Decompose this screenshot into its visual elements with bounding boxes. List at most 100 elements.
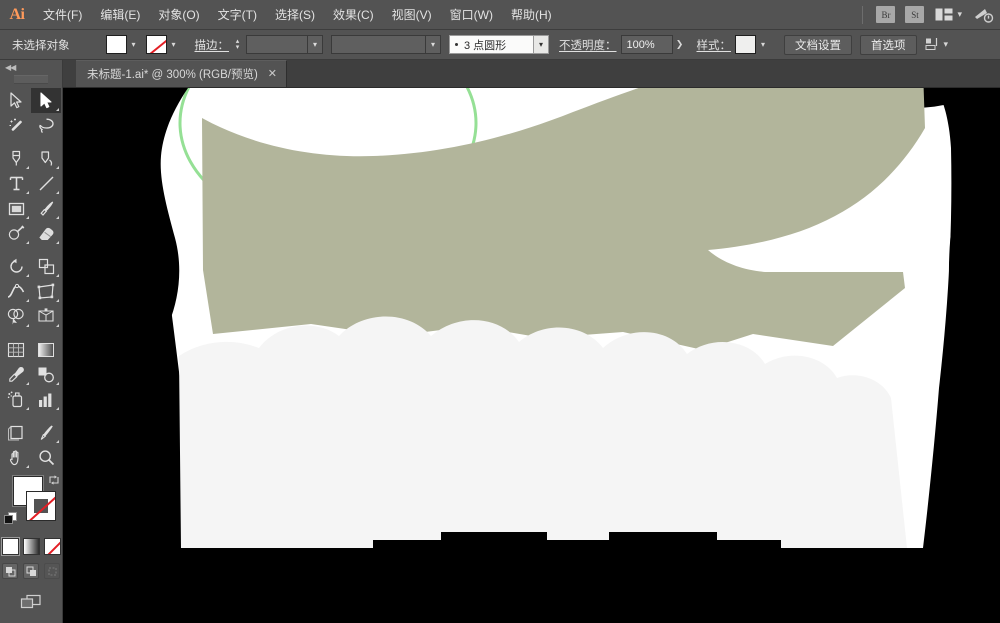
tools-panel-drag-handle[interactable] [14,75,48,84]
tools-divider [1,138,62,146]
align-chevron-down-icon[interactable]: ▾ [944,39,949,50]
stroke-weight-stepper[interactable]: ▴ ▾ [232,35,243,54]
symbol-sprayer-tool[interactable] [1,387,31,412]
scale-tool[interactable] [31,254,61,279]
stroke-swatch[interactable] [145,35,167,54]
menu-help[interactable]: 帮助(H) [502,0,561,30]
selection-tool[interactable] [1,88,31,113]
stroke-weight-chevron-icon[interactable]: ▾ [308,35,323,54]
paintbrush-tool[interactable] [31,196,61,221]
stroke-control[interactable]: ▾ [145,35,181,54]
tool-flyout-indicator [56,191,59,194]
opacity-label[interactable]: 不透明度： [559,37,617,53]
opacity-input[interactable]: 100% [620,35,673,54]
tool-flyout-indicator [56,299,59,302]
zoom-tool[interactable] [31,445,61,470]
style-label[interactable]: 样式： [697,37,732,53]
shape-builder-tool[interactable] [1,304,31,329]
search-adobe-stock-icon[interactable] [974,7,994,23]
stroke-profile-chevron-icon[interactable]: ▾ [426,35,441,54]
graphic-style-swatch[interactable] [735,35,756,54]
change-screen-mode-button[interactable] [18,593,44,611]
stroke-weight-label[interactable]: 描边： [195,37,230,53]
swap-fill-stroke-icon[interactable] [48,474,60,486]
none-mode-button[interactable] [43,538,61,555]
preferences-button[interactable]: 首选项 [860,34,917,55]
mesh-tool[interactable] [1,337,31,362]
shaper-tool[interactable] [1,221,31,246]
menu-window[interactable]: 窗口(W) [441,0,502,30]
rectangle-tool[interactable] [1,196,31,221]
eyedropper-tool[interactable] [1,362,31,387]
opacity-chevron-icon[interactable]: ❯ [673,35,687,54]
lasso-tool[interactable] [31,113,61,138]
artwork-bottom-cut-1 [63,556,1000,623]
close-icon[interactable]: ✕ [267,68,278,80]
tools-divider [1,246,62,254]
double-chevron-left-icon[interactable]: ◀◀ [0,60,62,75]
menu-select[interactable]: 选择(S) [266,0,324,30]
brush-definition-chevron-icon[interactable]: ▾ [534,35,549,54]
fill-control[interactable]: ▾ [105,35,141,54]
type-tool[interactable] [1,171,31,196]
free-transform-tool[interactable] [31,279,61,304]
document-canvas[interactable] [63,88,1000,623]
document-tab[interactable]: 未标题-1.ai* @ 300% (RGB/预览) ✕ [76,60,287,87]
pen-tool[interactable] [1,146,31,171]
tool-flyout-indicator [56,108,59,111]
width-tool[interactable] [1,279,31,304]
graphic-style-chevron-icon[interactable]: ▾ [756,35,770,54]
curvature-tool[interactable] [31,146,61,171]
menu-view[interactable]: 视图(V) [383,0,441,30]
magic-wand-tool[interactable] [1,113,31,138]
menu-file[interactable]: 文件(F) [34,0,91,30]
direct-selection-tool[interactable] [31,88,61,113]
rotate-tool[interactable] [1,254,31,279]
workspace-layout-icon[interactable] [933,8,955,22]
tool-flyout-indicator [56,440,59,443]
stroke-swatch-inner [34,499,48,513]
eraser-tool[interactable] [31,221,61,246]
tool-flyout-indicator [26,274,29,277]
tool-flyout-indicator [26,241,29,244]
tool-flyout-indicator [26,324,29,327]
menu-type[interactable]: 文字(T) [209,0,266,30]
perspective-grid-tool[interactable] [31,304,61,329]
stock-icon[interactable]: St [905,6,925,23]
draw-behind-button[interactable] [23,563,39,579]
drawing-mode-buttons [0,563,62,579]
blend-tool[interactable] [31,362,61,387]
selection-status-label: 未选择对象 [12,39,70,52]
screen-mode-controls [0,593,62,611]
stroke-weight-input[interactable] [246,35,308,54]
menu-effect[interactable]: 效果(C) [324,0,383,30]
gradient-mode-button[interactable] [22,538,40,555]
default-black-swatch [4,515,13,524]
default-fill-stroke-icon[interactable] [4,512,18,526]
fill-swatch[interactable] [105,35,127,54]
stroke-profile-input[interactable] [331,35,426,54]
draw-normal-button[interactable] [2,563,18,579]
toolbar-stroke-swatch[interactable] [26,491,56,521]
bridge-icon[interactable]: Br [876,6,896,23]
line-segment-tool[interactable] [31,171,61,196]
document-tab-bar: 未标题-1.ai* @ 300% (RGB/预览) ✕ [63,60,1000,88]
artboard-tool[interactable] [1,420,31,445]
slice-tool[interactable] [31,420,61,445]
draw-inside-button[interactable] [44,563,60,579]
fill-dropdown-chevron-icon[interactable]: ▾ [127,35,141,54]
hand-tool[interactable] [1,445,31,470]
chevron-down-icon[interactable]: ▾ [957,9,962,20]
artwork-black-wedge-right [948,128,1000,550]
menu-object[interactable]: 对象(O) [149,0,208,30]
menu-edit[interactable]: 编辑(E) [91,0,149,30]
artwork-illustration[interactable] [63,88,1000,623]
document-setup-button[interactable]: 文档设置 [784,34,852,55]
gradient-tool[interactable] [31,337,61,362]
menubar-divider [862,5,864,24]
column-graph-tool[interactable] [31,387,61,412]
stroke-dropdown-chevron-icon[interactable]: ▾ [167,35,181,54]
align-to-artboard-icon[interactable] [925,37,942,52]
color-mode-button[interactable] [1,538,19,555]
brush-definition-input[interactable]: 3 点圆形 [449,35,534,54]
